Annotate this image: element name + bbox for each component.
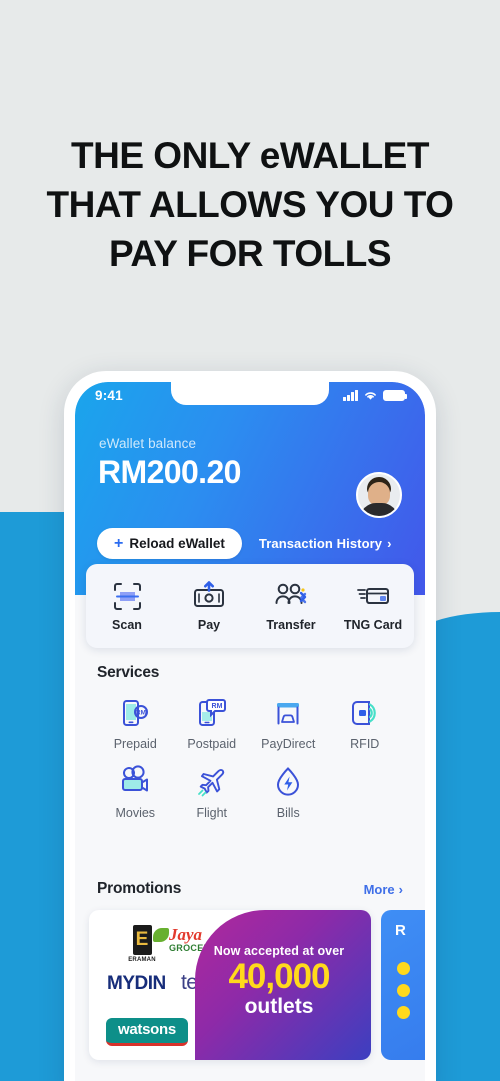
- services-grid: RM Prepaid RM Postpaid PayDirect RFID Mo…: [97, 696, 403, 820]
- promo-outlet-count: 40,000: [228, 957, 330, 996]
- header-actions: + Reload eWallet Transaction History ›: [75, 528, 425, 559]
- service-label: Bills: [276, 806, 300, 820]
- quick-action-label: TNG Card: [343, 617, 403, 632]
- services-title: Services: [97, 664, 160, 681]
- promotional-screenshot: THE ONLY eWALLET THAT ALLOWS YOU TO PAY …: [0, 0, 500, 1081]
- chevron-right-icon: ›: [387, 536, 392, 551]
- balance-label: eWallet balance: [99, 436, 197, 451]
- phone-mockup: 9:41 eWallet balance RM200.20 + Reload e…: [64, 371, 436, 1081]
- reload-ewallet-button[interactable]: + Reload eWallet: [97, 528, 242, 559]
- promotions-more-link[interactable]: More ›: [364, 882, 403, 897]
- pay-cash-icon: [192, 580, 226, 612]
- promo-highlight-panel: Now accepted at over 40,000 outlets: [195, 910, 371, 1060]
- quick-actions-card: Scan Pay Transfer TNG Card: [86, 564, 414, 648]
- service-label: RFID: [350, 737, 380, 751]
- svg-text:RM: RM: [136, 710, 146, 717]
- more-label: More: [363, 881, 395, 897]
- toll-gantry-icon: [271, 696, 305, 730]
- scan-qr-icon: [112, 581, 143, 612]
- quick-action-tng-card[interactable]: TNG Card: [332, 581, 414, 632]
- service-bills[interactable]: Bills: [250, 765, 327, 820]
- brand-logo-watsons: watsons: [106, 1018, 188, 1046]
- service-label: PayDirect: [261, 737, 316, 751]
- service-postpaid[interactable]: RM Postpaid: [174, 696, 251, 751]
- brand-logo-mydin: MYDIN: [107, 973, 166, 994]
- promo-headline: Now accepted at over: [213, 944, 345, 958]
- service-flight[interactable]: Flight: [174, 765, 251, 820]
- transaction-history-link[interactable]: Transaction History ›: [259, 536, 392, 551]
- headline-line-2: THAT ALLOWS YOU TO: [46, 184, 454, 225]
- promotions-carousel[interactable]: ERAMAN Jaya GROCER MYDIN tealive watsons: [75, 910, 425, 1060]
- quick-action-transfer[interactable]: Transfer: [250, 581, 332, 632]
- bills-droplet-bolt-icon: [271, 765, 305, 799]
- quick-action-label: Transfer: [266, 617, 316, 632]
- plus-icon: +: [114, 534, 124, 552]
- quick-action-label: Scan: [112, 617, 142, 632]
- wifi-icon: [365, 391, 376, 400]
- headline-line-1: THE ONLY eWALLET: [71, 135, 429, 176]
- battery-full-icon: [383, 389, 408, 401]
- promotions-title: Promotions: [97, 880, 182, 897]
- tng-card-icon: [356, 581, 390, 612]
- phone-prepaid-icon: RM: [118, 696, 152, 730]
- service-label: Movies: [115, 806, 156, 820]
- phone-screen: 9:41 eWallet balance RM200.20 + Reload e…: [75, 382, 425, 1081]
- transaction-history-label: Transaction History: [258, 536, 383, 551]
- transfer-people-icon: [274, 581, 308, 612]
- promo-card-secondary[interactable]: R: [381, 910, 425, 1060]
- status-bar-time: 9:41: [95, 387, 123, 403]
- service-label: Prepaid: [113, 737, 157, 751]
- promo-secondary-title: R: [395, 922, 406, 939]
- phone-notch: [171, 382, 329, 405]
- services-section: Services RM Prepaid RM Postpaid PayDirec…: [75, 664, 425, 820]
- service-rfid[interactable]: RFID: [327, 696, 404, 751]
- service-label: Flight: [196, 806, 228, 820]
- page-headline: THE ONLY eWALLET THAT ALLOWS YOU TO PAY …: [0, 131, 500, 278]
- reload-ewallet-label: Reload eWallet: [129, 536, 225, 551]
- service-prepaid[interactable]: RM Prepaid: [97, 696, 174, 751]
- promotions-section: Promotions More › ERAMAN: [75, 880, 425, 1060]
- service-movies[interactable]: Movies: [97, 765, 174, 820]
- quick-action-scan[interactable]: Scan: [86, 581, 168, 632]
- svg-text:RM: RM: [211, 703, 222, 710]
- avatar-photo: [358, 474, 400, 516]
- service-label: Postpaid: [187, 737, 237, 751]
- chevron-right-icon: ›: [398, 881, 403, 897]
- brand-name-eraman: ERAMAN: [128, 957, 156, 963]
- promo-card-outlets[interactable]: ERAMAN Jaya GROCER MYDIN tealive watsons: [89, 910, 371, 1060]
- movie-camera-icon: [118, 765, 152, 799]
- promo-secondary-decor: [397, 962, 410, 1028]
- phone-postpaid-icon: RM: [195, 696, 229, 730]
- cellular-signal-icon: [343, 389, 358, 401]
- rfid-tag-icon: [348, 696, 382, 730]
- quick-action-pay[interactable]: Pay: [168, 580, 250, 632]
- service-paydirect[interactable]: PayDirect: [250, 696, 327, 751]
- avatar[interactable]: [356, 472, 402, 518]
- brand-name-jaya: Jaya: [169, 925, 203, 944]
- quick-action-label: Pay: [197, 617, 221, 632]
- promotions-header: Promotions More ›: [75, 880, 425, 898]
- airplane-icon: [195, 765, 229, 799]
- headline-line-3: PAY FOR TOLLS: [108, 233, 392, 274]
- promo-outlet-unit: outlets: [244, 995, 314, 1018]
